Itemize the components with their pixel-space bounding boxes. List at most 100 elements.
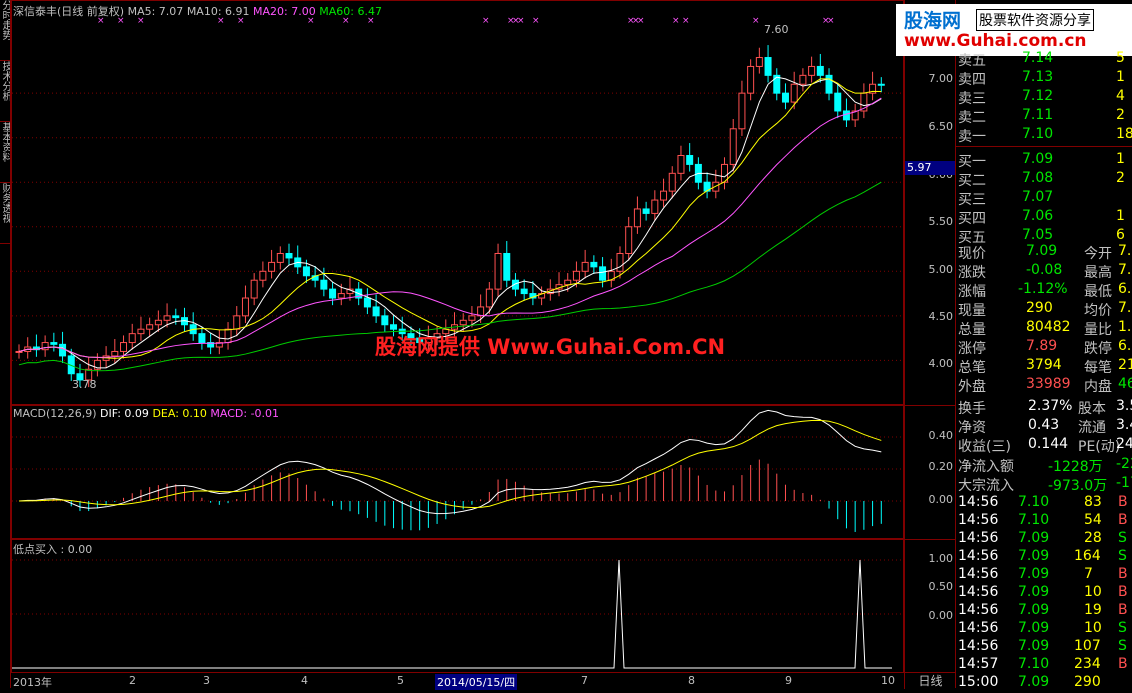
tick-price: 7.09 bbox=[1018, 602, 1050, 618]
order-row: 买一 7.09 1 bbox=[956, 151, 1132, 170]
order-volume: 1 bbox=[1116, 207, 1125, 224]
candle-up bbox=[15, 350, 23, 353]
tick-time: 14:56 bbox=[958, 512, 999, 528]
order-label: 卖五 bbox=[958, 53, 986, 69]
order-price: 7.14 bbox=[1022, 50, 1054, 66]
order-price: 7.08 bbox=[1022, 169, 1054, 186]
flow-value: -973.0万 bbox=[1048, 478, 1108, 494]
quote-value: 21 bbox=[1118, 357, 1132, 373]
order-label: 买一 bbox=[958, 153, 986, 170]
price-tick: 6.50 bbox=[928, 120, 954, 133]
candle-down bbox=[764, 57, 772, 76]
tab-technical[interactable]: 技术分析 bbox=[0, 61, 10, 122]
tick-volume: 164 bbox=[1074, 548, 1101, 564]
tick-price: 7.09 bbox=[1018, 530, 1050, 546]
candle-down bbox=[781, 92, 789, 103]
candle-up bbox=[755, 57, 763, 67]
candle-up bbox=[572, 270, 580, 281]
tick-volume: 7 bbox=[1084, 566, 1093, 582]
candle-up bbox=[250, 279, 258, 299]
candle-down bbox=[302, 266, 310, 277]
candle-up bbox=[738, 92, 746, 130]
finance-row: 换手 2.37% 股本 3.58 bbox=[956, 398, 1132, 417]
time-label: 5 bbox=[397, 674, 404, 687]
quote-label: 现价 bbox=[958, 246, 986, 262]
dif-label: DIF: 0.09 bbox=[100, 407, 149, 420]
price-panel[interactable]: × × × × × × × × × × × × × × × × × × × × × 深信泰丰(日线 前复权) MA5: … bbox=[11, 0, 904, 405]
candle-down bbox=[390, 324, 398, 330]
price-tick: 5.50 bbox=[928, 215, 954, 228]
candle-up bbox=[268, 261, 276, 272]
quote-value: 6. bbox=[1118, 338, 1132, 354]
finance-value: 0.144 bbox=[1028, 436, 1069, 452]
logo-banner: 股海网 股票软件资源分享 www.Guhai.com.cn bbox=[896, 4, 1132, 56]
quote-row: 现价 7.09 今开 7. bbox=[956, 243, 1132, 262]
candle-up bbox=[41, 342, 49, 351]
candle-up bbox=[241, 297, 249, 317]
tick-volume: 54 bbox=[1084, 512, 1102, 528]
tick-volume: 83 bbox=[1084, 494, 1102, 510]
buy-tick: 0.50 bbox=[928, 580, 954, 593]
order-volume: 18 bbox=[1116, 126, 1132, 142]
macd-tick: 0.40 bbox=[928, 429, 954, 442]
quote-row: 总量 80482 量比 1. bbox=[956, 319, 1132, 338]
quote-label: 涨跌 bbox=[958, 265, 986, 281]
order-label: 买四 bbox=[958, 210, 986, 227]
candle-down bbox=[686, 155, 694, 165]
tick-volume: 234 bbox=[1074, 656, 1101, 672]
candle-down bbox=[816, 65, 824, 76]
tab-financials[interactable]: 财务透视 bbox=[0, 183, 10, 244]
tick-time: 14:56 bbox=[958, 566, 999, 582]
finance-label: 换手 bbox=[958, 401, 986, 417]
tick-time: 14:56 bbox=[958, 620, 999, 636]
candle-down bbox=[329, 288, 337, 299]
period-selector[interactable]: 日线 bbox=[904, 672, 956, 689]
order-volume: 2 bbox=[1116, 107, 1125, 123]
ma10-label: MA10: 6.91 bbox=[186, 5, 250, 18]
finance-label: PE(动) bbox=[1078, 439, 1121, 455]
dea-label: DEA: 0.10 bbox=[152, 407, 207, 420]
price-tick: 7.00 bbox=[928, 72, 954, 85]
dea-line bbox=[18, 419, 882, 509]
tick-price: 7.09 bbox=[1018, 566, 1050, 582]
quote-panel: 股海网 股票软件资源分享 www.Guhai.com.cn 卖五 7.14 5 卖四 7… bbox=[896, 0, 1132, 690]
quote-label: 涨停 bbox=[958, 341, 986, 357]
quote-value: 33989 bbox=[1026, 376, 1071, 392]
order-price: 7.13 bbox=[1022, 69, 1054, 85]
finance-value: 3.40 bbox=[1116, 417, 1132, 433]
ma10-line bbox=[18, 78, 882, 359]
candle-up bbox=[276, 252, 284, 263]
order-row: 卖二 7.11 2 bbox=[956, 107, 1132, 126]
candle-up bbox=[564, 279, 572, 286]
candle-up bbox=[677, 155, 685, 174]
time-label: 9 bbox=[785, 674, 792, 687]
candle-down bbox=[599, 266, 607, 281]
order-row: 卖五 7.14 5 bbox=[956, 50, 1132, 69]
buy-signal-panel[interactable]: 低点买入 : 0.00 bbox=[11, 539, 904, 673]
time-label: 2 bbox=[129, 674, 136, 687]
signal-mark: × bbox=[672, 16, 680, 26]
tick-row: 14:56 7.09 107 S bbox=[956, 638, 1132, 657]
signal-mark: × bbox=[482, 16, 490, 26]
order-price: 7.05 bbox=[1022, 226, 1054, 243]
tick-side: S bbox=[1118, 638, 1127, 654]
tab-intraday[interactable]: 分时走势 bbox=[0, 0, 10, 61]
quote-value: 3794 bbox=[1026, 357, 1062, 373]
candle-down bbox=[877, 83, 885, 86]
tick-row: 14:56 7.10 54 B bbox=[956, 512, 1132, 531]
tick-price: 7.10 bbox=[1018, 494, 1050, 510]
candle-down bbox=[50, 342, 58, 345]
watermark-text: 股海网提供 Www.Guhai.Com.CN bbox=[375, 335, 726, 359]
tick-row: 14:56 7.09 164 S bbox=[956, 548, 1132, 567]
tick-volume: 10 bbox=[1084, 584, 1102, 600]
tick-time: 14:56 bbox=[958, 602, 999, 618]
ma5-label: MA5: 7.07 bbox=[127, 5, 184, 18]
order-row: 买二 7.08 2 bbox=[956, 170, 1132, 189]
macd-panel[interactable]: MACD(12,26,9) DIF: 0.09 DEA: 0.10 MACD: … bbox=[11, 405, 904, 539]
order-price: 7.10 bbox=[1022, 126, 1054, 142]
candle-up bbox=[581, 261, 589, 272]
candle-down bbox=[520, 288, 528, 295]
tab-fundamentals[interactable]: 基本资料 bbox=[0, 122, 10, 183]
quote-label: 跌停 bbox=[1084, 341, 1112, 357]
candle-down bbox=[172, 315, 180, 319]
